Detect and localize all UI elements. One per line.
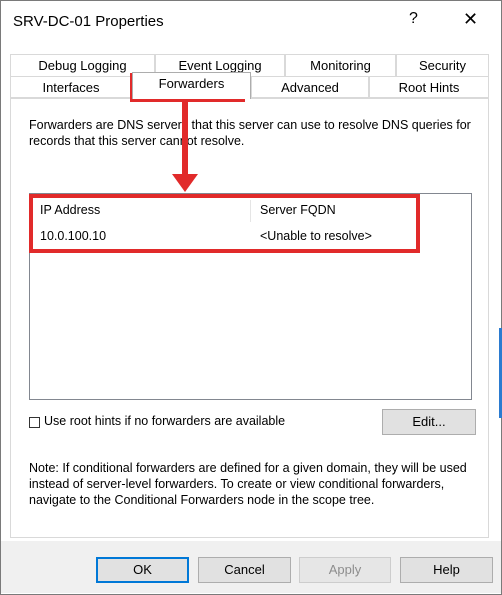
forwarders-description: Forwarders are DNS servers that this ser…	[29, 118, 471, 148]
use-root-hints-label[interactable]: Use root hints if no forwarders are avai…	[44, 414, 285, 428]
help-button[interactable]: Help	[400, 557, 493, 583]
window-title: SRV-DC-01 Properties	[13, 13, 164, 30]
edit-button[interactable]: Edit...	[382, 409, 476, 435]
help-icon[interactable]: ?	[409, 10, 418, 28]
forwarder-fqdn-cell[interactable]: <Unable to resolve>	[260, 229, 372, 243]
tab-advanced[interactable]: Advanced	[251, 76, 369, 98]
cancel-button[interactable]: Cancel	[198, 557, 291, 583]
use-root-hints-checkbox[interactable]	[29, 417, 40, 428]
tab-interfaces[interactable]: Interfaces	[10, 76, 132, 98]
tab-forwarders[interactable]: Forwarders	[132, 72, 251, 99]
forwarder-ip-cell[interactable]: 10.0.100.10	[40, 229, 106, 243]
forwarders-list[interactable]	[29, 193, 472, 400]
ok-button[interactable]: OK	[96, 557, 189, 583]
tab-root-hints[interactable]: Root Hints	[369, 76, 489, 98]
column-header-ip-address[interactable]: IP Address	[40, 203, 100, 217]
conditional-forwarders-note: Note: If conditional forwarders are defi…	[29, 461, 467, 507]
tab-monitoring[interactable]: Monitoring	[285, 54, 396, 76]
close-icon[interactable]: ✕	[463, 9, 478, 30]
title-bar: SRV-DC-01 Properties ? ✕	[1, 1, 501, 43]
column-separator[interactable]	[250, 200, 251, 222]
column-header-server-fqdn[interactable]: Server FQDN	[260, 203, 336, 217]
apply-button[interactable]: Apply	[299, 557, 391, 583]
annotation-arrow-shaft	[182, 100, 188, 176]
tab-security[interactable]: Security	[396, 54, 489, 76]
annotation-arrow-head	[172, 174, 198, 192]
